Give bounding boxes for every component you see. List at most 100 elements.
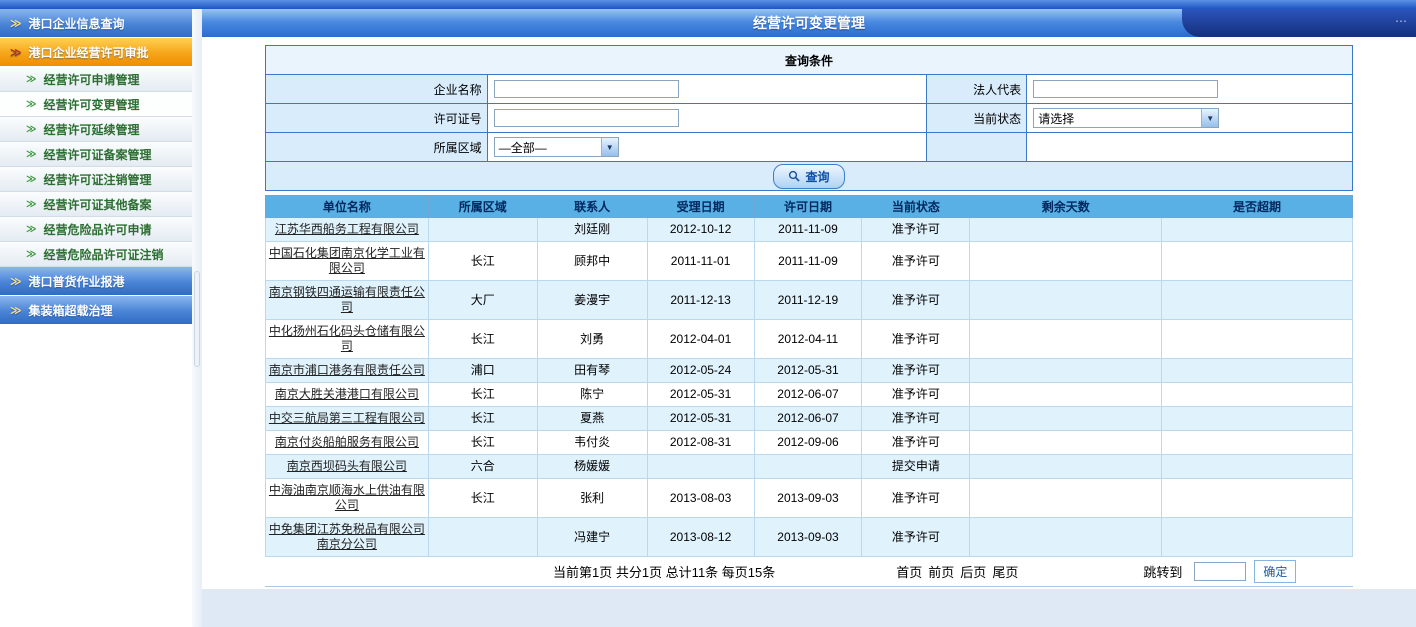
region-cell: 长江 <box>428 407 537 431</box>
status-cell: 准予许可 <box>862 281 970 320</box>
license-date-cell: 2013-09-03 <box>754 518 862 557</box>
sidebar-item[interactable]: ≫集装箱超载治理 <box>0 296 192 325</box>
accept-date-cell: 2012-05-31 <box>647 407 754 431</box>
results-body: 江苏华西船务工程有限公司刘廷刚2012-10-122011-11-09准予许可中… <box>266 218 1353 557</box>
company-link[interactable]: 南京西坝码头有限公司 <box>287 459 407 473</box>
days-left-cell <box>970 218 1162 242</box>
accept-date-cell: 2011-12-13 <box>647 281 754 320</box>
status-select[interactable]: 请选择 ▼ <box>1033 108 1219 128</box>
pagination-first[interactable]: 首页 <box>896 565 922 580</box>
sidebar-item[interactable]: ≫港口企业经营许可审批 <box>0 38 192 67</box>
sidebar-item[interactable]: ≫经营许可证备案管理 <box>0 142 192 167</box>
contact-cell: 夏燕 <box>537 407 647 431</box>
company-cell: 中免集团江苏免税品有限公司南京分公司 <box>266 518 429 557</box>
sidebar-item-label: 经营许可证注销管理 <box>43 171 151 188</box>
sidebar-item[interactable]: ≫经营危险品许可申请 <box>0 217 192 242</box>
pagination-prev[interactable]: 前页 <box>928 565 954 580</box>
table-row: 中免集团江苏免税品有限公司南京分公司冯建宁2013-08-122013-09-0… <box>266 518 1353 557</box>
search-button[interactable]: 查询 <box>773 164 844 189</box>
table-row: 南京西坝码头有限公司六合杨媛媛提交申请 <box>266 455 1353 479</box>
grip-dots-icon: ⋯ <box>1395 14 1409 28</box>
license-date-cell: 2013-09-03 <box>754 479 862 518</box>
column-header: 许可日期 <box>754 196 862 218</box>
chevron-down-icon: ▼ <box>601 138 618 156</box>
company-link[interactable]: 中免集团江苏免税品有限公司南京分公司 <box>269 522 425 551</box>
sidebar-item[interactable]: ≫经营许可变更管理 <box>0 92 192 117</box>
days-left-cell <box>970 455 1162 479</box>
sidebar-item-label: 经营危险品许可申请 <box>43 221 151 238</box>
legal-rep-input[interactable] <box>1033 80 1218 98</box>
query-panel-title: 查询条件 <box>266 46 1353 75</box>
overdue-cell <box>1162 407 1353 431</box>
region-cell: 长江 <box>428 383 537 407</box>
region-cell: 长江 <box>428 431 537 455</box>
chevron-down-icon: ▼ <box>1201 109 1218 127</box>
search-button-label: 查询 <box>805 168 829 185</box>
days-left-cell <box>970 359 1162 383</box>
license-no-input[interactable] <box>494 109 679 127</box>
sidebar-item-label: 经营许可变更管理 <box>43 96 139 113</box>
company-link[interactable]: 南京大胜关港港口有限公司 <box>275 387 419 401</box>
company-link[interactable]: 南京付炎船舶服务有限公司 <box>275 435 419 449</box>
empty-label-cell <box>927 133 1027 162</box>
sidebar-item[interactable]: ≫经营许可申请管理 <box>0 67 192 92</box>
double-arrow-icon: ≫ <box>26 249 36 260</box>
pagination-bar: 当前第1页 共分1页 总计11条 每页15条 首页前页后页尾页 跳转到 确定 <box>265 557 1353 587</box>
license-date-cell: 2011-11-09 <box>754 218 862 242</box>
sidebar-collapse-strip[interactable] <box>192 9 202 627</box>
pagination-summary: 当前第1页 共分1页 总计11条 每页15条 <box>553 562 775 581</box>
region-cell: 长江 <box>428 320 537 359</box>
results-table: 单位名称所属区域联系人受理日期许可日期当前状态剩余天数是否超期 江苏华西船务工程… <box>265 195 1353 557</box>
sidebar-item[interactable]: ≫经营许可证其他备案 <box>0 192 192 217</box>
query-panel: 查询条件 企业名称 法人代表 许可证号 <box>265 45 1353 191</box>
table-row: 南京钢铁四通运输有限责任公司大厂姜漫宇2011-12-132011-12-19准… <box>266 281 1353 320</box>
company-link[interactable]: 中交三航局第三工程有限公司 <box>269 411 425 425</box>
sidebar-item[interactable]: ≫ 经营许可证注销管理 <box>0 167 192 192</box>
main-area: 经营许可变更管理 ⋯ 查询条件 企业名称 法人代表 <box>202 9 1416 627</box>
license-date-cell: 2012-09-06 <box>754 431 862 455</box>
jump-page-input[interactable] <box>1194 562 1246 581</box>
status-label: 当前状态 <box>927 104 1027 133</box>
pagination-last[interactable]: 尾页 <box>992 565 1018 580</box>
sidebar-item[interactable]: ≫港口企业信息查询 <box>0 9 192 38</box>
days-left-cell <box>970 518 1162 557</box>
pagination-next[interactable]: 后页 <box>960 565 986 580</box>
days-left-cell <box>970 383 1162 407</box>
company-link[interactable]: 南京市浦口港务有限责任公司 <box>269 363 425 377</box>
region-cell: 浦口 <box>428 359 537 383</box>
days-left-cell <box>970 242 1162 281</box>
accept-date-cell: 2013-08-03 <box>647 479 754 518</box>
sidebar-item[interactable]: ≫经营许可延续管理 <box>0 117 192 142</box>
double-arrow-icon: ≫ <box>26 174 36 185</box>
region-cell: —全部— ▼ <box>487 133 927 162</box>
jump-confirm-button[interactable]: 确定 <box>1254 560 1296 583</box>
sidebar-item[interactable]: ≫ 经营危险品许可证注销 <box>0 242 192 267</box>
days-left-cell <box>970 431 1162 455</box>
license-no-cell <box>487 104 927 133</box>
table-row: 南京付炎船舶服务有限公司长江韦付炎2012-08-312012-09-06准予许… <box>266 431 1353 455</box>
accept-date-cell: 2011-11-01 <box>647 242 754 281</box>
sidebar-item[interactable]: ≫港口普货作业报港 <box>0 267 192 296</box>
company-name-cell <box>487 75 927 104</box>
company-link[interactable]: 中化扬州石化码头仓储有限公司 <box>269 324 425 353</box>
double-arrow-icon: ≫ <box>26 149 36 160</box>
sidebar-item-label: 经营危险品许可证注销 <box>43 246 163 263</box>
column-header: 所属区域 <box>428 196 537 218</box>
search-icon <box>788 170 800 182</box>
jump-label: 跳转到 <box>1143 562 1182 581</box>
overdue-cell <box>1162 320 1353 359</box>
overdue-cell <box>1162 455 1353 479</box>
overdue-cell <box>1162 518 1353 557</box>
company-link[interactable]: 南京钢铁四通运输有限责任公司 <box>269 285 425 314</box>
company-name-input[interactable] <box>494 80 679 98</box>
double-arrow-icon: ≫ <box>26 199 36 210</box>
region-select[interactable]: —全部— ▼ <box>494 137 619 157</box>
contact-cell: 刘勇 <box>537 320 647 359</box>
license-date-cell: 2011-11-09 <box>754 242 862 281</box>
company-link[interactable]: 江苏华西船务工程有限公司 <box>275 222 419 236</box>
company-link[interactable]: 中海油南京顺海水上供油有限公司 <box>269 483 425 512</box>
status-cell: 准予许可 <box>862 518 970 557</box>
collapse-handle[interactable] <box>194 271 200 367</box>
company-link[interactable]: 中国石化集团南京化学工业有限公司 <box>269 246 425 275</box>
status-cell: 准予许可 <box>862 431 970 455</box>
